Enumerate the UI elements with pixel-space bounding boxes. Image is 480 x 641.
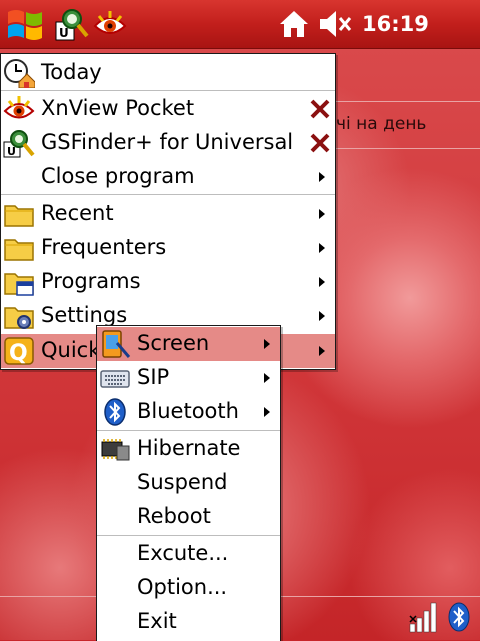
gsfinder-icon[interactable]: U (54, 6, 90, 42)
svg-text:U: U (7, 145, 16, 158)
menu-item-label: Exit (137, 609, 177, 633)
submenu-arrow-icon (319, 209, 325, 219)
menu-item-label: Programs (41, 269, 141, 293)
today-item-text[interactable]: чі на день (336, 114, 426, 134)
start-menu: Today XnView Pocket U GSFinder+ for Univ… (0, 53, 336, 370)
keyboard-icon (100, 370, 130, 388)
home-icon[interactable] (278, 8, 310, 40)
menu-item-label: Excute... (137, 541, 229, 565)
svg-text:Q: Q (9, 341, 28, 366)
submenu-item-reboot[interactable]: Reboot (97, 500, 280, 534)
submenu-item-option[interactable]: Option... (97, 571, 280, 605)
xnview-icon[interactable] (92, 6, 128, 42)
submenu-arrow-icon (264, 407, 270, 417)
xnview-icon (3, 96, 35, 119)
menu-item-label: Close program (41, 164, 195, 188)
submenu-arrow-icon (319, 277, 325, 287)
submenu-arrow-icon (319, 311, 325, 321)
menu-item-label: Screen (137, 331, 210, 355)
settings-folder-icon (4, 307, 34, 329)
menu-separator (97, 430, 280, 431)
submenu-arrow-icon (264, 373, 270, 383)
gsfinder-icon: U (3, 130, 35, 158)
submenu-item-hibernate[interactable]: Hibernate (97, 432, 280, 466)
taskbar: U 16:19 (0, 0, 480, 49)
screen-icon (102, 330, 131, 358)
menu-item-label: SIP (137, 365, 170, 389)
submenu-item-execute[interactable]: Excute... (97, 537, 280, 571)
submenu-arrow-icon (319, 243, 325, 253)
submenu-arrow-icon (264, 339, 270, 349)
menu-item-label: Quick (41, 338, 101, 362)
submenu-item-suspend[interactable]: Suspend (97, 466, 280, 500)
menu-item-frequenters[interactable]: Frequenters (1, 231, 335, 265)
folder-icon (4, 239, 34, 261)
clock[interactable]: 16:19 (362, 12, 429, 36)
menu-item-label: Frequenters (41, 235, 167, 259)
today-icon (4, 59, 35, 88)
submenu-item-exit[interactable]: Exit (97, 605, 280, 639)
menu-item-gsfinder[interactable]: U GSFinder+ for Universal (1, 126, 335, 160)
programs-folder-icon (4, 273, 34, 296)
menu-separator (1, 90, 335, 91)
speaker-muted-icon[interactable] (318, 8, 354, 40)
quick-icon: Q (4, 337, 34, 366)
close-app-icon[interactable] (309, 98, 331, 120)
menu-item-label: XnView Pocket (41, 96, 195, 120)
bluetooth-icon (104, 398, 126, 426)
menu-separator (97, 535, 280, 536)
signal-strength-icon[interactable] (408, 600, 438, 634)
menu-item-label: Suspend (137, 470, 228, 494)
close-app-icon[interactable] (309, 132, 331, 154)
menu-item-label: Reboot (137, 504, 211, 528)
menu-item-label: Bluetooth (137, 399, 239, 423)
submenu-item-sip[interactable]: SIP (97, 361, 280, 395)
svg-text:U: U (59, 26, 69, 40)
menu-item-label: Today (41, 60, 102, 84)
menu-item-label: Option... (137, 575, 228, 599)
folder-icon (4, 205, 34, 227)
submenu-arrow-icon (319, 172, 325, 182)
submenu-item-bluetooth[interactable]: Bluetooth (97, 395, 280, 429)
hibernate-icon (101, 439, 130, 461)
menu-item-label: Recent (41, 201, 114, 225)
submenu-item-screen[interactable]: Screen (97, 327, 280, 361)
windows-start-icon[interactable] (2, 4, 50, 44)
bluetooth-tray-icon[interactable] (446, 600, 472, 634)
menu-item-programs[interactable]: Programs (1, 265, 335, 299)
menu-item-label: Settings (41, 303, 128, 327)
menu-item-label: Hibernate (137, 436, 241, 460)
submenu-arrow-icon (319, 346, 325, 356)
menu-separator (1, 194, 335, 195)
menu-item-recent[interactable]: Recent (1, 197, 335, 231)
menu-item-label: GSFinder+ for Universal (41, 130, 294, 154)
menu-item-today[interactable]: Today (1, 56, 335, 90)
quick-submenu: Screen SIP Bluetooth Hibernate Suspend R… (96, 325, 281, 641)
menu-item-xnview[interactable]: XnView Pocket (1, 92, 335, 126)
menu-item-close-program[interactable]: Close program (1, 160, 335, 194)
